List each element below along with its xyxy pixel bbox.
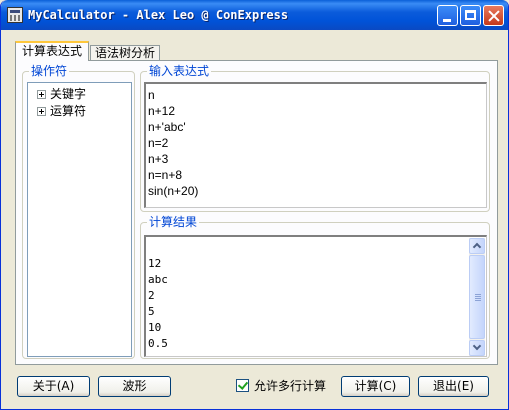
grip-icon [475,294,481,301]
multiline-checkbox-row[interactable]: 允许多行计算 [236,378,326,394]
plus-expander-icon[interactable] [37,107,46,116]
exit-button[interactable]: 退出(E) [418,376,489,397]
scroll-up-button[interactable] [469,238,485,254]
tree-item-label: 关键字 [50,87,87,101]
operators-tree[interactable]: 关键字 运算符 [27,82,132,357]
multiline-checkbox[interactable] [236,379,249,392]
about-button[interactable]: 关于(A) [17,376,90,397]
result-legend: 计算结果 [147,215,200,229]
multiline-checkbox-label[interactable]: 允许多行计算 [254,379,326,393]
result-output[interactable]: 12 abc 2 5 10 0.5 [144,235,487,357]
minimize-icon [438,6,457,25]
tree-item-keywords[interactable]: 关键字 [37,86,86,102]
calculator-window: MyCalculator - Alex Leo @ ConExpress 计算表… [0,0,509,410]
expression-input[interactable]: n n+12 n+'abc' n=2 n+3 n=n+8 sin(n+20) [144,82,487,208]
calculate-button[interactable]: 计算(C) [341,376,410,397]
result-line: 2 [148,289,155,302]
waveform-button[interactable]: 波形 [98,376,171,397]
window-title: MyCalculator - Alex Leo @ ConExpress [28,8,289,22]
plus-expander-icon[interactable] [37,90,46,99]
title-bar[interactable]: MyCalculator - Alex Leo @ ConExpress [1,0,508,30]
calculator-app-icon[interactable] [7,7,23,23]
expression-line: n=2 [148,136,169,150]
result-scrollbar[interactable] [469,238,485,356]
tab-calculate-expression[interactable]: 计算表达式 [15,41,89,61]
operators-legend: 操作符 [29,64,70,78]
chevron-up-icon [472,242,482,252]
close-button[interactable] [483,5,504,26]
maximize-button[interactable] [460,5,481,26]
close-icon [484,6,503,25]
tree-item-label: 运算符 [50,104,87,118]
result-line: 10 [148,321,162,334]
expression-line: n+'abc' [148,120,186,134]
result-line: 12 [148,257,162,270]
tree-item-operators[interactable]: 运算符 [37,103,86,119]
result-line: 0.5 [148,337,168,350]
chevron-down-icon [472,341,482,351]
expression-line: n=n+8 [148,168,183,182]
tab-syntax-tree-analysis[interactable]: 语法树分析 [90,45,160,61]
scroll-thumb[interactable] [469,255,485,339]
expression-line: n+3 [148,152,169,166]
expression-line: n [148,88,155,102]
expression-line: sin(n+20) [148,184,199,198]
scroll-down-button[interactable] [469,340,485,356]
maximize-icon [461,6,480,25]
input-expression-legend: 输入表达式 [147,64,212,78]
expression-line: n+12 [148,104,176,118]
minimize-button[interactable] [437,5,458,26]
result-line: abc [148,273,168,286]
result-line: 5 [148,305,155,318]
